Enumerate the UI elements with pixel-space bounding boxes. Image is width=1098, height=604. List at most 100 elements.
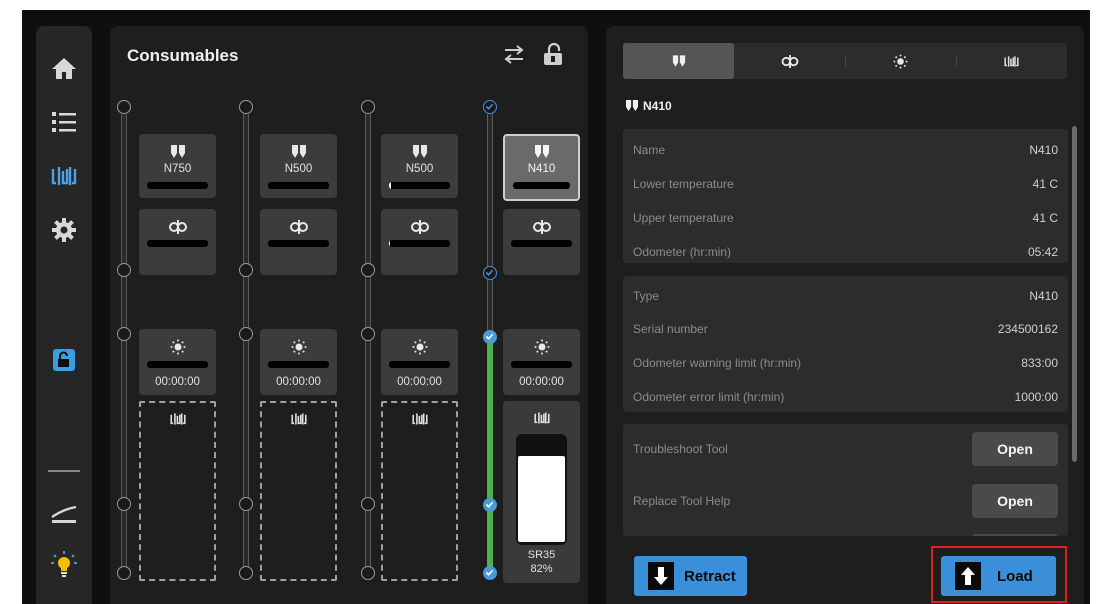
action-label: Troubleshoot Tool (633, 442, 728, 456)
tool-slot-3[interactable]: N500 (381, 134, 458, 198)
lock-icon (544, 42, 562, 65)
panel-title: Consumables (127, 46, 239, 65)
light-time: 00:00:00 (155, 376, 200, 388)
tool-label: N500 (405, 163, 434, 175)
check-node (483, 566, 497, 580)
info-card-type: Type N410 Serial number 234500162 Odometer… (623, 276, 1068, 412)
track-node (117, 497, 131, 511)
section-title: N410 (625, 99, 672, 113)
tool-label: N750 (163, 163, 192, 175)
load-highlight-box (931, 546, 1067, 603)
fan-icon (410, 220, 429, 234)
tool-slot-4[interactable]: N410 (503, 134, 580, 201)
tool-slot-2[interactable]: N500 (260, 134, 337, 198)
fan-icon (289, 220, 308, 234)
light-icon (170, 339, 185, 355)
consumables-icon (411, 413, 428, 425)
nav-home[interactable] (36, 46, 92, 90)
retract-label: Retract (684, 567, 736, 585)
nav-light[interactable] (36, 542, 92, 586)
light-slot-1[interactable]: 00:00:00 (139, 329, 216, 395)
info-row: Odometer warning limit (hr:min) 833:00 (633, 356, 1058, 376)
fan-slot-1[interactable] (139, 209, 216, 275)
light-icon (893, 53, 908, 69)
track-node (361, 566, 375, 580)
track-node (117, 100, 131, 114)
retract-button[interactable]: Retract (634, 556, 747, 596)
scrollbar[interactable] (1072, 126, 1077, 462)
fan-slot-2[interactable] (260, 209, 337, 275)
fan-icon (532, 220, 551, 234)
track-node (117, 263, 131, 277)
tool-icon (672, 54, 685, 67)
resin-percent: 82% (530, 563, 553, 575)
info-key: Lower temperature (633, 177, 734, 191)
sidebar (36, 26, 92, 604)
tool-label: N410 (527, 163, 556, 175)
light-icon (534, 339, 549, 355)
fan-progress-bar (268, 240, 329, 247)
replace-help-open-button[interactable]: Open (972, 484, 1058, 518)
tab-tool[interactable] (623, 43, 734, 79)
actions-card: Troubleshoot Tool Open Replace Tool Help… (623, 424, 1068, 536)
tab-light[interactable] (845, 43, 956, 79)
tool-progress-bar (147, 182, 208, 189)
fan-icon (168, 220, 187, 234)
nav-calibration[interactable] (36, 492, 92, 536)
track-node (361, 263, 375, 277)
lightbulb-icon (51, 551, 77, 577)
light-slot-4[interactable]: 00:00:00 (503, 329, 580, 395)
resin-slot-3[interactable] (381, 401, 458, 581)
info-row: Serial number 234500162 (633, 322, 1058, 342)
troubleshoot-open-button[interactable]: Open (972, 432, 1058, 466)
resin-level-fill (518, 456, 565, 542)
track-node (239, 327, 253, 341)
arrow-down-icon (648, 562, 674, 590)
nav-lock[interactable] (36, 338, 92, 382)
fan-progress-bar (511, 240, 572, 247)
light-slot-3[interactable]: 00:00:00 (381, 329, 458, 395)
info-value: 41 C (1032, 211, 1058, 225)
fan-slot-3[interactable] (381, 209, 458, 275)
resin-slot-1[interactable] (139, 401, 216, 581)
tab-fan[interactable] (734, 43, 845, 79)
check-node (483, 498, 497, 512)
consumables-icon (169, 413, 186, 425)
info-key: Odometer error limit (hr:min) (633, 390, 785, 404)
sidebar-divider (48, 470, 80, 472)
info-row: Odometer (hr:min) 05:42 (633, 245, 1058, 265)
light-progress-bar (268, 361, 329, 368)
track-node (361, 497, 375, 511)
tool-icon (291, 145, 306, 158)
track-column-4 (487, 114, 493, 336)
nav-jobs[interactable] (36, 100, 92, 144)
action-label: Replace Tool Help (633, 494, 731, 508)
light-time: 00:00:00 (519, 376, 564, 388)
progress-fill (389, 240, 390, 247)
consumables-icon (290, 413, 307, 425)
nav-settings[interactable] (36, 208, 92, 252)
resin-slot-2[interactable] (260, 401, 337, 581)
track-column-4-active (487, 336, 493, 574)
light-icon (412, 339, 427, 355)
track-node (239, 566, 253, 580)
swap-button[interactable] (502, 42, 526, 71)
gear-icon (52, 218, 76, 242)
info-row: Odometer error limit (hr:min) 1000:00 (633, 390, 1058, 410)
light-time: 00:00:00 (276, 376, 321, 388)
light-slot-2[interactable]: 00:00:00 (260, 329, 337, 395)
tool-slot-1[interactable]: N750 (139, 134, 216, 198)
info-row: Upper temperature 41 C (633, 211, 1058, 231)
info-value: 41 C (1032, 177, 1058, 191)
info-row: Type N410 (633, 289, 1058, 309)
info-key: Upper temperature (633, 211, 734, 225)
info-value: N410 (1029, 143, 1058, 157)
resin-slot-4[interactable]: SR35 82% (503, 401, 580, 583)
nav-consumables[interactable] (36, 154, 92, 198)
resin-label: SR35 (527, 549, 556, 561)
tab-resin[interactable] (956, 43, 1067, 79)
more-open-button[interactable] (972, 534, 1058, 536)
lock-button[interactable] (542, 42, 564, 71)
fan-icon (781, 54, 798, 68)
fan-slot-4[interactable] (503, 209, 580, 275)
